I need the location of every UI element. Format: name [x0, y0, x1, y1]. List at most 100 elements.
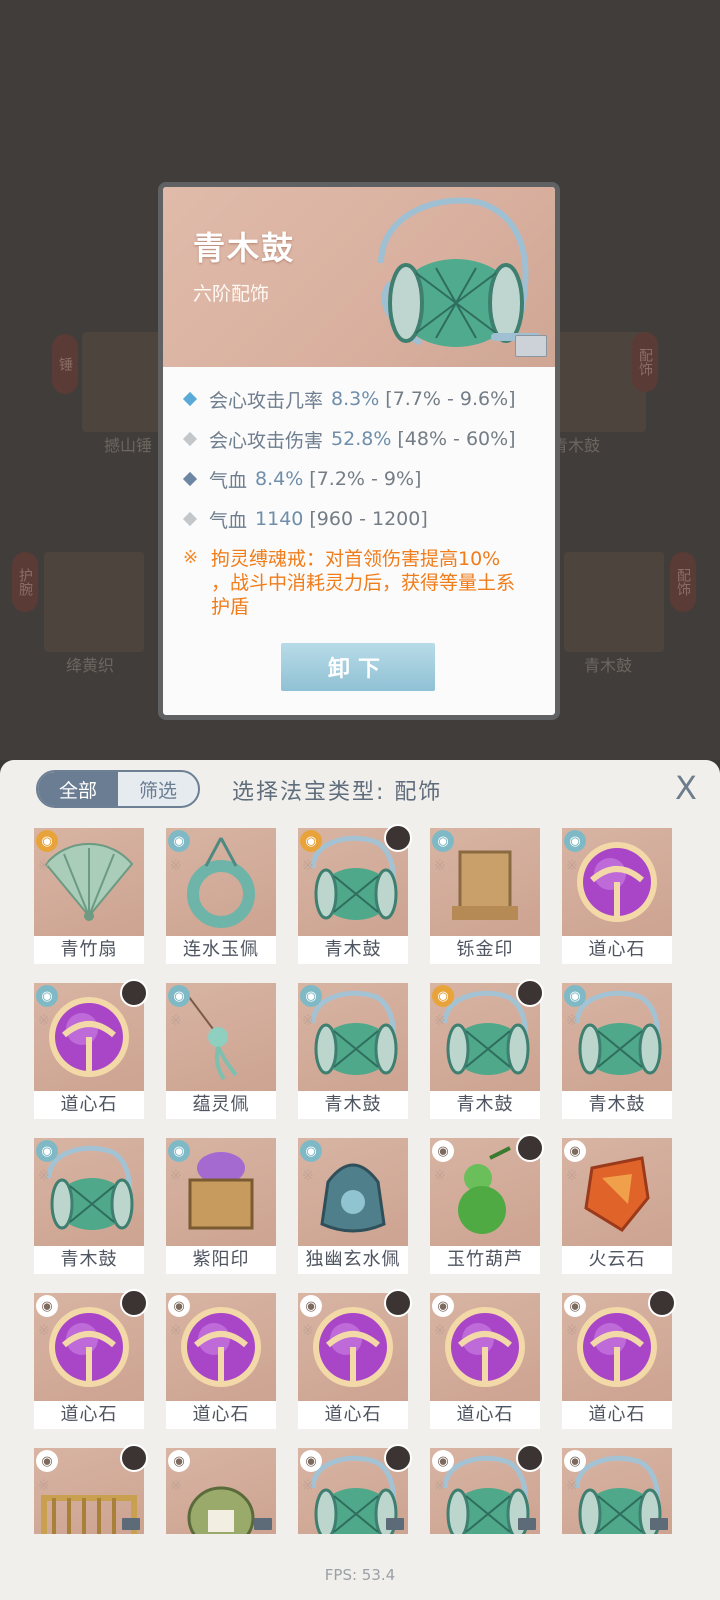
stat-range: [48% - 60%]	[397, 428, 516, 450]
bg-slot-tag: 配饰	[670, 552, 696, 612]
item-card[interactable]: ◉ ※ 道心石	[562, 828, 672, 964]
stat-range: [960 - 1200]	[309, 508, 428, 530]
item-card[interactable]: ◉ ※ 蕴灵佩	[166, 983, 276, 1119]
stat-value: 52.8%	[331, 428, 392, 450]
effect-mark-icon: ※	[434, 1168, 446, 1184]
stat-range: [7.7% - 9.6%]	[385, 388, 516, 410]
stat-value: 1140	[255, 508, 304, 530]
effect-mark-icon: ※	[566, 1478, 578, 1494]
element-badge-icon: ◉	[432, 1450, 454, 1472]
bg-slot-tag: 锤	[52, 334, 78, 394]
effect-line: 护盾	[211, 596, 250, 618]
effect-text: 拘灵缚魂戒：对首领伤害提高10% ，战斗中消耗灵力后，获得等量土系 护盾	[211, 547, 515, 619]
item-card[interactable]: ◉ ※ 青木鼓	[298, 983, 408, 1119]
owner-avatar	[120, 1289, 148, 1317]
stat-name: 气血	[209, 469, 248, 492]
item-name: 道心石	[562, 1401, 672, 1429]
item-card[interactable]: ◉ ※	[430, 1444, 544, 1534]
element-badge-icon: ◉	[168, 1295, 190, 1317]
effect-mark-icon: ※	[302, 1323, 314, 1339]
tab-filter[interactable]: 筛选	[118, 772, 198, 806]
tab-all[interactable]: 全部	[38, 772, 118, 806]
element-badge-icon: ◉	[168, 1450, 190, 1472]
stat-value: 8.3%	[331, 388, 380, 410]
item-name: 道心石	[430, 1401, 540, 1429]
stat-row: 会心攻击伤害 52.8% [48% - 60%]	[179, 419, 545, 459]
owner-avatar	[120, 1444, 148, 1472]
item-card[interactable]: ◉ ※	[166, 1448, 276, 1534]
item-card[interactable]: ◉ ※ 独幽玄水佩	[298, 1138, 408, 1274]
item-name: 道心石	[166, 1401, 276, 1429]
element-badge-icon: ◉	[564, 985, 586, 1007]
item-card[interactable]: ◉ ※	[562, 1448, 672, 1534]
item-card[interactable]: ◉ ※ 青木鼓	[430, 979, 544, 1119]
item-name: 青木鼓	[562, 1091, 672, 1119]
element-badge-icon: ◉	[432, 985, 454, 1007]
element-badge-icon: ◉	[564, 1140, 586, 1162]
item-name: 火云石	[562, 1246, 672, 1274]
stat-row: 气血 8.4% [7.2% - 9%]	[179, 459, 545, 499]
element-badge-icon: ◉	[36, 985, 58, 1007]
item-card[interactable]: ◉ ※ 道心石	[298, 1289, 412, 1429]
special-effect: ※ 拘灵缚魂戒：对首领伤害提高10% ，战斗中消耗灵力后，获得等量土系 护盾	[179, 547, 541, 619]
item-title: 青木鼓	[193, 229, 296, 267]
close-icon[interactable]: X	[668, 769, 704, 807]
item-card[interactable]: ◉ ※ 道心石	[166, 1293, 276, 1429]
treasure-select-panel: 全部 筛选 选择法宝类型: 配饰 X ◉ ※ 青竹扇 ◉ ※ 连水玉佩 ◉ ※ 青木鼓 ◉ ※ 铄金印…	[0, 760, 720, 1600]
element-badge-icon: ◉	[300, 830, 322, 852]
element-badge-icon: ◉	[300, 1295, 322, 1317]
owner-avatar	[516, 1444, 544, 1472]
item-card[interactable]: ◉ ※ 道心石	[562, 1289, 676, 1429]
item-card[interactable]: ◉ ※ 道心石	[34, 979, 148, 1119]
bg-slot-tag: 护腕	[12, 552, 38, 612]
diamond-bullet-icon	[182, 391, 198, 407]
effect-mark-icon: ※	[302, 858, 314, 874]
slot-type-icon	[518, 1518, 536, 1530]
item-card[interactable]: ◉ ※	[34, 1444, 148, 1534]
stat-range: [7.2% - 9%]	[309, 468, 422, 490]
item-card[interactable]: ◉ ※ 青木鼓	[298, 824, 412, 964]
element-badge-icon: ◉	[432, 1140, 454, 1162]
item-card[interactable]: ◉ ※ 玉竹葫芦	[430, 1134, 544, 1274]
owner-avatar	[516, 979, 544, 1007]
stat-value: 8.4%	[255, 468, 304, 490]
bg-item-card	[546, 332, 646, 432]
effect-mark-icon: ※	[170, 1168, 182, 1184]
element-badge-icon: ◉	[300, 1140, 322, 1162]
item-card[interactable]: ◉ ※ 青竹扇	[34, 828, 144, 964]
element-badge-icon: ◉	[300, 1450, 322, 1472]
effect-mark-icon: ※	[434, 1323, 446, 1339]
element-badge-icon: ◉	[564, 1450, 586, 1472]
item-card[interactable]: ◉ ※ 火云石	[562, 1138, 672, 1274]
slot-type-icon	[122, 1518, 140, 1530]
stat-name: 会心攻击几率	[209, 389, 324, 412]
item-card[interactable]: ◉ ※ 青木鼓	[562, 983, 672, 1119]
element-badge-icon: ◉	[36, 1140, 58, 1162]
stat-name: 会心攻击伤害	[209, 429, 324, 452]
item-name: 青木鼓	[34, 1246, 144, 1274]
element-badge-icon: ◉	[36, 1450, 58, 1472]
element-badge-icon: ◉	[300, 985, 322, 1007]
item-name: 青木鼓	[430, 1091, 540, 1119]
item-name: 青竹扇	[34, 936, 144, 964]
diamond-bullet-icon	[182, 431, 198, 447]
item-card[interactable]: ◉ ※ 紫阳印	[166, 1138, 276, 1274]
item-card[interactable]: ◉ ※ 道心石	[430, 1293, 540, 1429]
effect-line: ，战斗中消耗灵力后，获得等量土系	[211, 572, 516, 594]
owner-avatar	[384, 1289, 412, 1317]
unequip-button[interactable]: 卸下	[281, 643, 435, 691]
item-subtitle: 六阶配饰	[193, 283, 270, 305]
stat-name: 气血	[209, 509, 248, 532]
effect-mark-icon: ※	[566, 1323, 578, 1339]
bg-item-card	[44, 552, 144, 652]
item-card[interactable]: ◉ ※ 青木鼓	[34, 1138, 144, 1274]
effect-mark-icon: ※	[434, 1478, 446, 1494]
stats-list: 会心攻击几率 8.3% [7.7% - 9.6%] 会心攻击伤害 52.8% […	[179, 379, 545, 539]
item-card[interactable]: ◉ ※	[298, 1444, 412, 1534]
item-card[interactable]: ◉ ※ 连水玉佩	[166, 828, 276, 964]
item-name: 铄金印	[430, 936, 540, 964]
owner-avatar	[516, 1134, 544, 1162]
item-card[interactable]: ◉ ※ 道心石	[34, 1289, 148, 1429]
item-card[interactable]: ◉ ※ 铄金印	[430, 828, 540, 964]
effect-mark-icon: ※	[170, 1013, 182, 1029]
